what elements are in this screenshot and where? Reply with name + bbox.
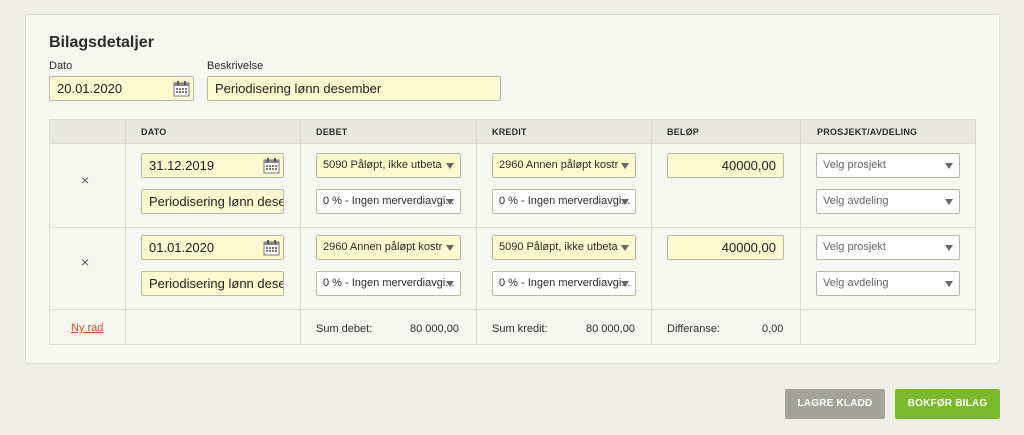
sum-debet-value: 80 000,00: [410, 323, 459, 335]
row-date-field[interactable]: 01.01.2020: [141, 235, 284, 260]
kredit-vat-value: 0 % - Ingen merverdiavgi...: [499, 277, 631, 289]
new-row-link[interactable]: Ny rad: [71, 322, 103, 334]
row-description-field[interactable]: Periodisering lønn desen: [141, 271, 284, 296]
project-placeholder: Velg prosjekt: [823, 159, 886, 171]
sum-debet-label: Sum debet:: [316, 323, 373, 335]
sum-kredit-value: 80 000,00: [586, 323, 635, 335]
difference-value: 0,00: [762, 323, 784, 335]
divider: [300, 120, 301, 344]
kredit-account-value: 5090 Påløpt, ikke utbeta: [499, 241, 618, 253]
debet-vat-select[interactable]: 0 % - Ingen merverdiavgi...: [316, 189, 461, 214]
row-date-value: 01.01.2020: [149, 240, 215, 255]
project-placeholder: Velg prosjekt: [823, 241, 886, 253]
kredit-vat-select[interactable]: 0 % - Ingen merverdiavgi...: [492, 189, 636, 214]
amount-field[interactable]: 40000,00: [667, 153, 784, 178]
chevron-down-icon: [446, 199, 454, 205]
debet-vat-value: 0 % - Ingen merverdiavgi...: [323, 195, 455, 207]
date-label: Dato: [49, 60, 73, 72]
col-dato: DATO: [141, 127, 167, 137]
divider: [651, 120, 652, 344]
page-title: Bilagsdetaljer: [49, 34, 154, 51]
col-prosjekt-avdeling: PROSJEKT/AVDELING: [817, 127, 918, 137]
remove-row-icon[interactable]: ×: [81, 172, 89, 188]
chevron-down-icon: [446, 245, 454, 251]
kredit-account-select[interactable]: 5090 Påløpt, ikke utbeta: [492, 235, 636, 260]
difference-label: Differanse:: [667, 323, 720, 335]
chevron-down-icon: [945, 199, 953, 205]
debet-account-select[interactable]: 5090 Påløpt, ikke utbeta: [316, 153, 461, 178]
chevron-down-icon: [945, 281, 953, 287]
department-placeholder: Velg avdeling: [823, 277, 889, 289]
save-draft-button[interactable]: LAGRE KLADD: [785, 389, 885, 419]
kredit-account-select[interactable]: 2960 Annen påløpt kostr: [492, 153, 636, 178]
remove-row-icon[interactable]: ×: [81, 254, 89, 270]
kredit-vat-value: 0 % - Ingen merverdiavgi...: [499, 195, 631, 207]
amount-field[interactable]: 40000,00: [667, 235, 784, 260]
calendar-icon[interactable]: [173, 80, 190, 97]
debet-vat-select[interactable]: 0 % - Ingen merverdiavgi...: [316, 271, 461, 296]
voucher-date-value: 20.01.2020: [57, 81, 123, 96]
debet-account-value: 5090 Påløpt, ikke utbeta: [323, 159, 442, 171]
voucher-description-field[interactable]: Periodisering lønn desember: [207, 76, 501, 101]
row-date-field[interactable]: 31.12.2019: [141, 153, 284, 178]
divider: [50, 309, 975, 310]
debet-account-select[interactable]: 2960 Annen påløpt kostr: [316, 235, 461, 260]
department-placeholder: Velg avdeling: [823, 195, 889, 207]
debet-vat-value: 0 % - Ingen merverdiavgi...: [323, 277, 455, 289]
row-date-value: 31.12.2019: [149, 158, 215, 173]
debet-account-value: 2960 Annen påløpt kostr: [323, 241, 443, 253]
col-belop: BELØP: [667, 127, 700, 137]
chevron-down-icon: [945, 163, 953, 169]
kredit-account-value: 2960 Annen påløpt kostr: [499, 159, 619, 171]
divider: [800, 120, 801, 344]
department-select[interactable]: Velg avdeling: [816, 271, 960, 296]
project-select[interactable]: Velg prosjekt: [816, 153, 960, 178]
sum-kredit-label: Sum kredit:: [492, 323, 548, 335]
divider: [125, 120, 126, 344]
voucher-date-field[interactable]: 20.01.2020: [49, 76, 194, 101]
calendar-icon[interactable]: [263, 239, 280, 256]
chevron-down-icon: [446, 163, 454, 169]
project-select[interactable]: Velg prosjekt: [816, 235, 960, 260]
col-kredit: KREDIT: [492, 127, 527, 137]
kredit-vat-select[interactable]: 0 % - Ingen merverdiavgi...: [492, 271, 636, 296]
col-debet: DEBET: [316, 127, 348, 137]
chevron-down-icon: [621, 163, 629, 169]
chevron-down-icon: [621, 245, 629, 251]
table-header: DATO DEBET KREDIT BELØP PROSJEKT/AVDELIN…: [50, 120, 975, 144]
book-voucher-button[interactable]: BOKFØR BILAG: [895, 389, 1000, 419]
chevron-down-icon: [621, 199, 629, 205]
department-select[interactable]: Velg avdeling: [816, 189, 960, 214]
divider: [50, 227, 975, 228]
chevron-down-icon: [446, 281, 454, 287]
row-description-field[interactable]: Periodisering lønn desen: [141, 189, 284, 214]
entries-table: DATO DEBET KREDIT BELØP PROSJEKT/AVDELIN…: [49, 119, 976, 345]
chevron-down-icon: [945, 245, 953, 251]
chevron-down-icon: [621, 281, 629, 287]
divider: [476, 120, 477, 344]
description-label: Beskrivelse: [207, 60, 264, 72]
calendar-icon[interactable]: [263, 157, 280, 174]
